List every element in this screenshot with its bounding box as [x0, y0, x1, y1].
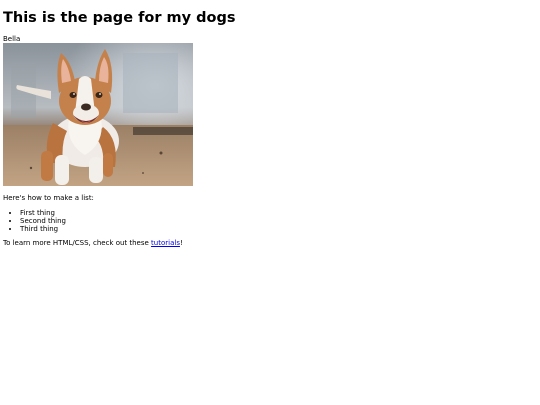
outro-text-before: To learn more HTML/CSS, check out these	[3, 239, 152, 247]
page: This is the page for my dogs Bella Here'…	[0, 0, 540, 405]
outro-paragraph: To learn more HTML/CSS, check out these …	[3, 239, 537, 248]
list-intro: Here's how to make a list:	[3, 194, 94, 202]
list-item: Third thing	[20, 225, 537, 233]
outro-text-after: !	[179, 239, 183, 247]
dog-name: Bella	[3, 35, 21, 43]
things-list: First thing Second thing Third thing	[3, 209, 537, 233]
list-item: First thing	[20, 209, 537, 217]
tutorials-link[interactable]: tutorials	[151, 239, 180, 247]
dog-photo	[3, 43, 193, 186]
page-title: This is the page for my dogs	[3, 10, 236, 26]
list-item: Second thing	[20, 217, 537, 225]
